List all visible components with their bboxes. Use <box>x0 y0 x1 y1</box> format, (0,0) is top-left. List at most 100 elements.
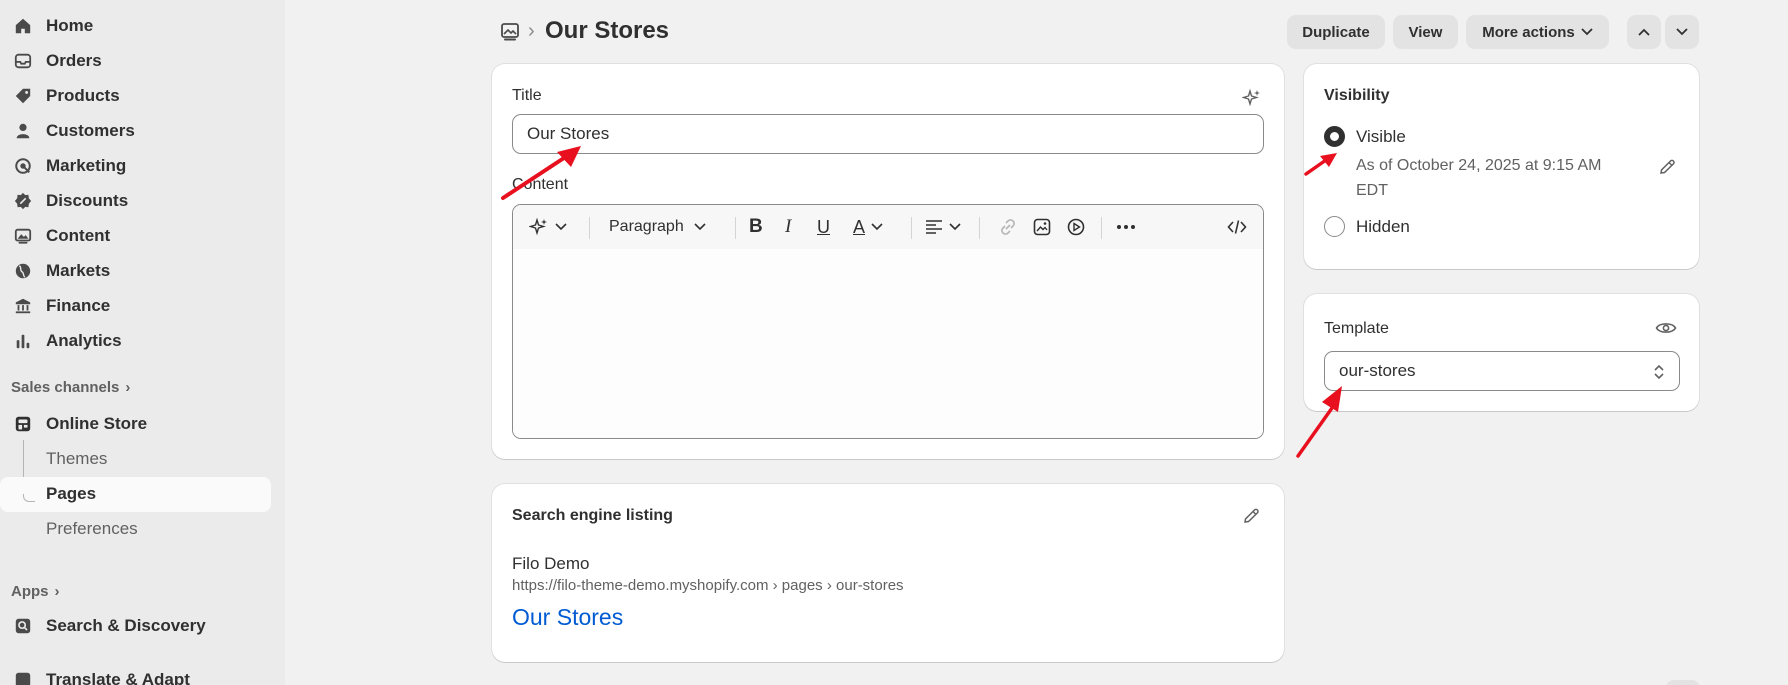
sidebar-item-label: Customers <box>46 121 135 140</box>
sidebar-item-label: Analytics <box>46 331 122 350</box>
underline-button[interactable]: U <box>817 217 830 237</box>
rich-text-editor[interactable]: Paragraph B I U A <box>512 204 1264 439</box>
page-title: Our Stores <box>545 17 670 44</box>
more-actions-button[interactable]: More actions <box>1466 15 1609 49</box>
seo-card: Search engine listing Filo Demo https://… <box>492 484 1284 662</box>
inbox-icon <box>14 53 32 69</box>
toolbar-divider <box>1101 217 1102 239</box>
template-card: Template our-stores <box>1304 294 1699 411</box>
view-label: View <box>1408 23 1443 41</box>
page-breadcrumb-icon[interactable] <box>500 22 520 42</box>
title-input-value: Our Stores <box>527 124 610 143</box>
image-icon <box>1033 218 1051 236</box>
search-discovery-icon <box>15 618 31 634</box>
sidebar-sub-pages[interactable]: Pages <box>46 484 96 504</box>
person-icon <box>16 123 30 139</box>
toolbar-divider <box>735 217 736 239</box>
sidebar-item-label: Search & Discovery <box>46 616 206 635</box>
toolbar-divider <box>979 217 980 239</box>
chevron-right-icon: › <box>54 583 60 600</box>
tree-hook <box>23 494 35 502</box>
sidebar-sub-preferences[interactable]: Preferences <box>46 519 138 539</box>
title-input[interactable]: Our Stores <box>512 114 1264 154</box>
more-actions-label: More actions <box>1482 23 1575 41</box>
align-left-icon <box>926 220 942 234</box>
visible-label[interactable]: Visible <box>1356 127 1406 147</box>
editor-toolbar: Paragraph B I U A <box>513 205 1263 249</box>
image-icon <box>14 228 32 244</box>
ai-generate-button[interactable] <box>529 217 567 237</box>
sidebar-item-label: Finance <box>46 296 111 315</box>
chevron-down-icon <box>694 223 706 231</box>
play-circle-icon <box>1067 218 1085 236</box>
sidebar-item-label: Translate & Adapt <box>46 670 190 685</box>
bold-button[interactable]: B <box>749 216 763 237</box>
sidebar-item-label: Orders <box>46 51 102 70</box>
align-button[interactable] <box>925 217 961 237</box>
sidebar-item-label: Content <box>46 226 111 245</box>
eye-icon[interactable] <box>1655 320 1677 336</box>
visible-radio[interactable] <box>1324 126 1345 147</box>
visibility-heading: Visibility <box>1324 87 1390 104</box>
sidebar-sub-themes[interactable]: Themes <box>46 449 107 469</box>
template-select-value: our-stores <box>1339 361 1416 380</box>
more-formatting-button[interactable] <box>1116 217 1136 237</box>
seo-store-name: Filo Demo <box>512 554 590 573</box>
apps-label: Apps <box>11 583 49 600</box>
sales-channels-header[interactable]: Sales channels › <box>11 379 130 396</box>
paragraph-select-label: Paragraph <box>609 218 684 235</box>
tag-icon <box>15 88 31 104</box>
magic-sparkle-icon[interactable] <box>1242 88 1262 108</box>
insert-image-button[interactable] <box>1033 217 1051 237</box>
bank-icon <box>15 298 31 314</box>
chevron-right-icon: › <box>125 379 131 396</box>
editor-body[interactable] <box>513 249 1263 438</box>
html-view-button[interactable] <box>1227 217 1247 237</box>
text-color-icon: A <box>853 216 866 237</box>
seo-url: https://filo-theme-demo.myshopify.com › … <box>512 577 904 594</box>
toolbar-divider <box>589 217 590 239</box>
code-icon <box>1227 220 1247 234</box>
sidebar-item-label: Products <box>46 86 120 105</box>
visible-note-line2: EDT <box>1356 182 1388 199</box>
pages-active-bg <box>0 477 271 512</box>
home-icon <box>15 18 31 34</box>
link-button[interactable] <box>999 217 1017 237</box>
italic-button[interactable]: I <box>785 216 791 237</box>
sidebar-item-label: Online Store <box>46 414 148 433</box>
underline-icon: U <box>817 216 830 237</box>
sidebar: Home Orders Products Customers Marketing… <box>0 0 285 685</box>
chevron-down-icon <box>1676 28 1688 36</box>
title-label: Title <box>512 87 542 104</box>
next-page-button[interactable] <box>1665 15 1699 49</box>
page-content-card: Title Our Stores Content Paragraph B I U… <box>492 64 1284 459</box>
toolbar-divider <box>911 217 912 239</box>
select-updown-icon <box>1654 364 1664 380</box>
previous-page-button[interactable] <box>1627 15 1661 49</box>
seo-heading: Search engine listing <box>512 507 673 524</box>
paragraph-select[interactable]: Paragraph <box>609 217 706 237</box>
sidebar-item-label: Home <box>46 16 94 35</box>
target-icon <box>15 158 31 174</box>
text-color-button[interactable]: A <box>853 217 883 237</box>
ellipsis-icon <box>1117 225 1135 229</box>
apps-header[interactable]: Apps › <box>11 583 60 600</box>
chevron-down-icon <box>555 223 567 231</box>
sidebar-item-label: Discounts <box>46 191 129 210</box>
bottom-edge-button[interactable] <box>1666 680 1700 685</box>
discount-icon <box>14 192 32 210</box>
sidebar-item-label: Marketing <box>46 156 127 175</box>
hidden-radio[interactable] <box>1324 216 1345 237</box>
insert-video-button[interactable] <box>1067 217 1085 237</box>
seo-page-title[interactable]: Our Stores <box>512 604 623 631</box>
breadcrumb-separator: › <box>528 20 535 42</box>
translate-icon <box>15 672 31 685</box>
edit-pencil-icon[interactable] <box>1242 507 1260 525</box>
template-label: Template <box>1324 320 1389 337</box>
chart-icon <box>16 334 30 349</box>
template-select[interactable]: our-stores <box>1324 351 1680 391</box>
view-button[interactable]: View <box>1393 15 1458 49</box>
hidden-label[interactable]: Hidden <box>1356 217 1410 237</box>
duplicate-button[interactable]: Duplicate <box>1287 15 1385 49</box>
edit-pencil-icon[interactable] <box>1658 158 1676 176</box>
